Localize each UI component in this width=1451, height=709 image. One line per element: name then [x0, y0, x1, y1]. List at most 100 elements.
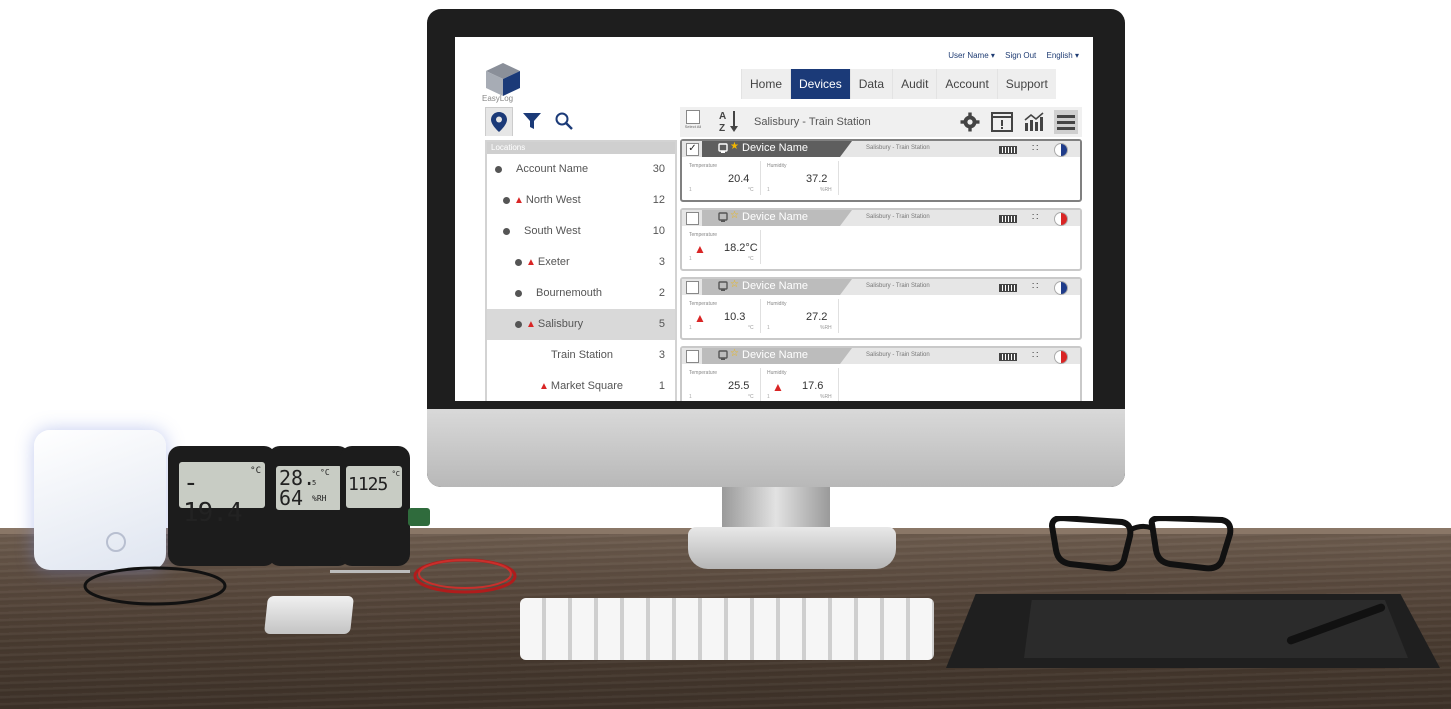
reading-unit: %RH — [820, 325, 832, 331]
expand-dot-icon[interactable] — [503, 227, 510, 235]
battery-icon — [999, 353, 1017, 361]
data-logger-1: - 19.4 °C — [168, 446, 276, 566]
expand-dot-icon[interactable] — [503, 196, 510, 204]
monitor-stand — [722, 487, 830, 532]
reading-value: 37.2 — [806, 173, 828, 185]
expand-dot-icon[interactable] — [515, 320, 522, 328]
reading-index: 1 — [689, 256, 692, 262]
chart-icon[interactable] — [1022, 110, 1046, 134]
favorite-star-icon[interactable]: ☆ — [730, 348, 739, 359]
tree-item[interactable]: ▲ North West 12 — [487, 185, 675, 216]
device-checkbox[interactable] — [686, 212, 699, 225]
device-checkbox[interactable] — [686, 281, 699, 294]
nav-audit[interactable]: Audit — [892, 69, 937, 99]
device-card[interactable]: ☆ Device Name Salisbury - Train Station ∷ Te… — [680, 346, 1082, 401]
tree-item-label: Exeter — [537, 256, 570, 268]
search-icon[interactable] — [551, 107, 577, 135]
logger-3-reading: 1125 — [348, 474, 388, 495]
device-card[interactable]: ☆ Device Name Salisbury - Train Station ∷ Te… — [680, 277, 1082, 340]
reading-cell: Humidity 27.2 1 %RH — [764, 299, 839, 333]
nav-home[interactable]: Home — [741, 69, 791, 99]
tree-item[interactable]: ▲ Exeter 3 — [487, 247, 675, 278]
status-indicator-icon — [1054, 143, 1068, 157]
reading-unit: °C — [748, 394, 754, 400]
tree-item-label: Bournemouth — [536, 287, 603, 299]
svg-text:Z: Z — [719, 123, 725, 133]
device-location: Salisbury - Train Station — [866, 352, 930, 358]
sign-out-link[interactable]: Sign Out — [1005, 51, 1036, 60]
alarm-panel-icon[interactable] — [990, 110, 1014, 134]
tree-item-label: North West — [525, 194, 581, 206]
tree-item[interactable]: Train Station 3 — [487, 340, 675, 371]
reading-unit: %RH — [820, 394, 832, 400]
tree-item[interactable]: ▲ Market Square 1 — [487, 371, 675, 401]
device-checkbox[interactable]: ✓ — [686, 143, 699, 156]
device-card[interactable]: ✓ ★ Device Name Salisbury - Train Station ∷ T… — [680, 139, 1082, 202]
reading-index: 1 — [689, 394, 692, 400]
alarm-bell-icon: ▲ — [526, 319, 536, 330]
tree-item-label: South West — [524, 225, 581, 237]
reading-value: 18.2°C — [724, 242, 758, 254]
tree-item-count: 10 — [652, 225, 665, 237]
location-tree: Locations Account Name 30 ▲ North West 12 Sou… — [485, 140, 677, 401]
device-location: Salisbury - Train Station — [866, 214, 930, 220]
location-pin-icon[interactable] — [485, 107, 513, 136]
status-indicator-icon — [1054, 212, 1068, 226]
favorite-star-icon[interactable]: ★ — [730, 141, 739, 152]
reading-label: Temperature — [689, 232, 718, 238]
reading-label: Temperature — [689, 301, 718, 307]
logger-3-unit: °C — [391, 470, 400, 478]
logo-text: EasyLog — [482, 94, 514, 103]
select-all-checkbox[interactable]: Select All — [682, 109, 704, 135]
favorite-star-icon[interactable]: ☆ — [730, 210, 739, 221]
tree-item-count: 5 — [658, 318, 665, 330]
reading-index: 1 — [767, 325, 770, 331]
nav-devices[interactable]: Devices — [790, 69, 850, 99]
logger-1-reading: - 19.4 — [183, 468, 243, 528]
gear-icon[interactable] — [958, 110, 982, 134]
expand-dot-icon[interactable] — [495, 165, 502, 173]
alarm-bell-icon: ▲ — [526, 257, 536, 268]
nav-account[interactable]: Account — [936, 69, 997, 99]
tree-item-label: Market Square — [550, 380, 624, 392]
keyboard — [520, 598, 934, 660]
expand-dot-icon[interactable] — [515, 258, 522, 266]
data-logger-3: 1125 °C — [340, 446, 410, 566]
reading-label: Humidity — [767, 370, 787, 376]
language-menu-link[interactable]: English ▾ — [1047, 51, 1079, 60]
wifi-icon: ∷ — [1032, 281, 1039, 292]
tree-item[interactable]: ▲ Salisbury 5 — [487, 309, 675, 340]
terminal-connector — [408, 508, 430, 526]
tree-item-label: Account Name — [516, 163, 589, 175]
tree-item[interactable]: South West 10 — [487, 216, 675, 247]
nav-data[interactable]: Data — [849, 69, 893, 99]
toolbar-actions — [958, 110, 1078, 134]
reading-unit: %RH — [820, 187, 832, 193]
tree-item-count: 3 — [658, 256, 665, 268]
device-card-list: ✓ ★ Device Name Salisbury - Train Station ∷ T… — [680, 139, 1082, 401]
reading-index: 1 — [689, 187, 692, 193]
device-type-icon — [718, 350, 728, 360]
device-location: Salisbury - Train Station — [866, 283, 930, 289]
alarm-bell-icon: ▲ — [694, 242, 706, 256]
user-menu-link[interactable]: User Name ▾ — [948, 51, 995, 60]
nav-support[interactable]: Support — [996, 69, 1056, 99]
list-view-icon[interactable] — [1054, 110, 1078, 134]
favorite-star-icon[interactable]: ☆ — [730, 279, 739, 290]
device-name: Device Name — [742, 211, 809, 223]
reading-label: Temperature — [689, 163, 718, 169]
expand-dot-icon[interactable] — [515, 289, 522, 297]
device-card[interactable]: ☆ Device Name Salisbury - Train Station ∷ Te… — [680, 208, 1082, 271]
tree-item[interactable]: Bournemouth 2 — [487, 278, 675, 309]
tree-item-count: 1 — [658, 380, 665, 392]
svg-text:A: A — [719, 111, 726, 122]
tree-item[interactable]: Account Name 30 — [487, 154, 675, 185]
top-links: User Name ▾ Sign Out English ▾ — [940, 51, 1079, 60]
device-checkbox[interactable] — [686, 350, 699, 363]
reading-cell: Temperature ▲ 18.2°C 1 °C — [686, 230, 761, 264]
filter-icon[interactable] — [519, 107, 545, 135]
reading-cell: Humidity ▲ 17.6 1 %RH — [764, 368, 839, 401]
sort-az-icon[interactable]: AZ — [718, 109, 740, 134]
status-indicator-icon — [1054, 350, 1068, 364]
device-type-icon — [718, 281, 728, 291]
